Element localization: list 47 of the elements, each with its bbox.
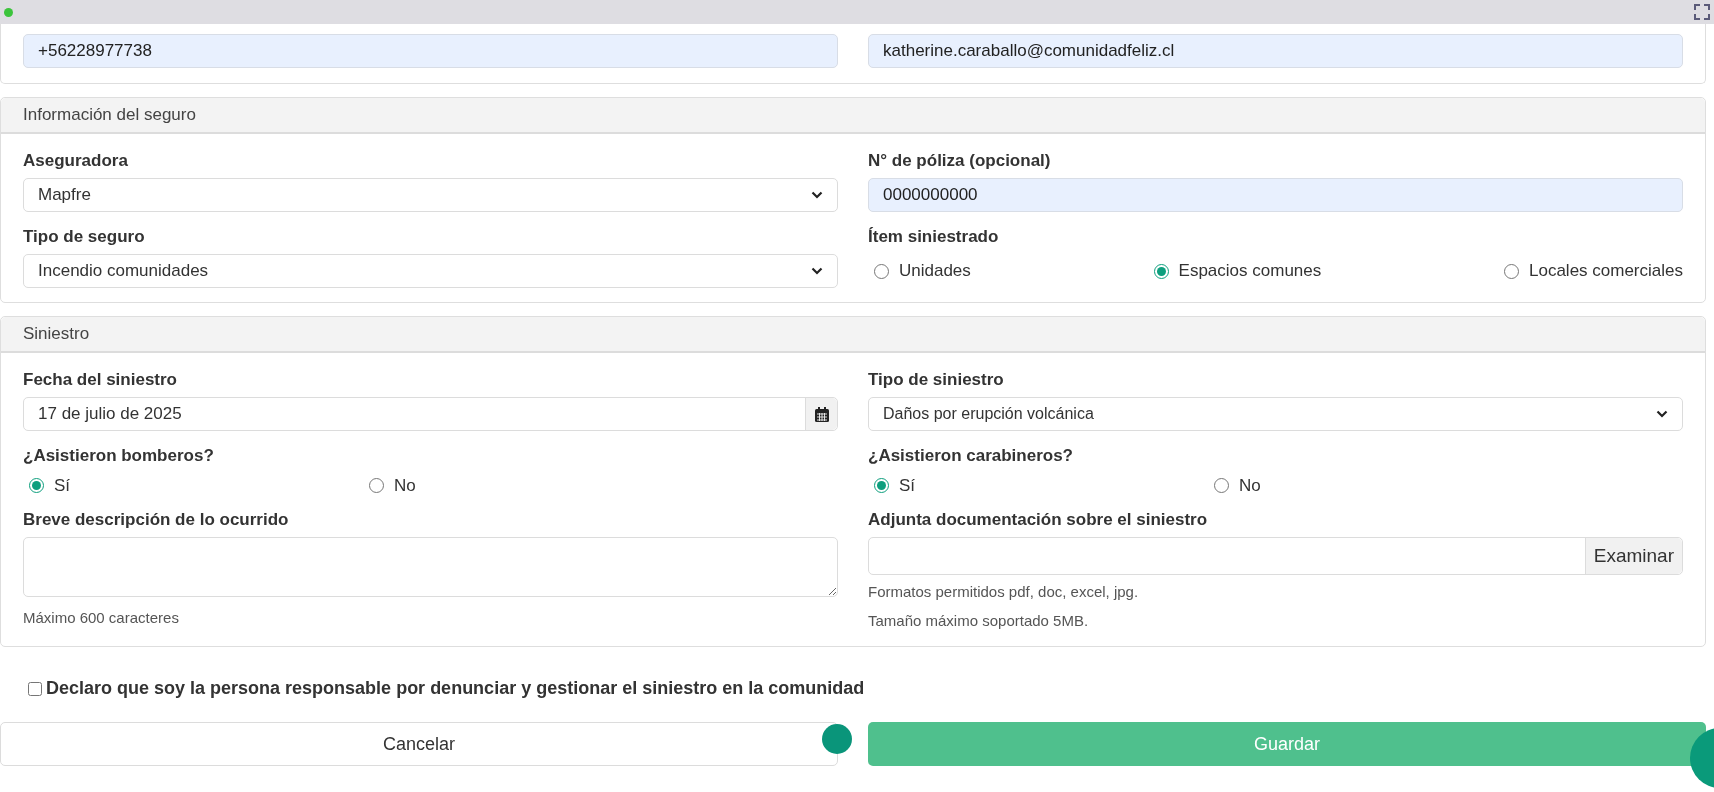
- file-field[interactable]: Examinar: [868, 537, 1683, 575]
- description-field[interactable]: [23, 537, 838, 597]
- select-field[interactable]: Mapfre: [23, 178, 838, 212]
- date-field[interactable]: 17 de julio de 2025: [23, 397, 838, 431]
- radio-option[interactable]: Unidades: [874, 258, 971, 284]
- field-label: Fecha del siniestro: [23, 369, 178, 391]
- field-label: Tipo de seguro: [23, 226, 146, 248]
- hint-text: Máximo 600 caracteres: [23, 608, 180, 628]
- field-label: Ítem siniestrado: [868, 226, 1000, 248]
- email-field[interactable]: katherine.caraballo@comunidadfeliz.cl: [868, 34, 1683, 68]
- radio-option[interactable]: Sí: [874, 473, 1214, 499]
- policy-field[interactable]: 0000000000: [868, 178, 1683, 212]
- radio-option[interactable]: Espacios comunes: [1153, 258, 1322, 284]
- field-label: Adjunta documentación sobre el siniestro: [868, 509, 1209, 531]
- browse-button[interactable]: Examinar: [1584, 538, 1682, 574]
- section-header: Información del seguro: [1, 98, 1705, 134]
- hint-text: Formatos permitidos pdf, doc, excel, jpg.: [868, 582, 1140, 602]
- calendar-icon: [813, 405, 830, 423]
- radio-button[interactable]: [874, 263, 889, 279]
- section-header: Siniestro: [1, 317, 1705, 353]
- radio-button[interactable]: [29, 478, 44, 494]
- radio-button[interactable]: [1504, 263, 1519, 279]
- field-label: Tipo de siniestro: [868, 369, 1005, 391]
- radio-button[interactable]: [1153, 263, 1169, 279]
- declaration-checkbox[interactable]: [28, 681, 42, 696]
- radio-option[interactable]: Sí: [29, 473, 369, 499]
- cancel-button[interactable]: Cancelar: [0, 722, 838, 766]
- radio-button[interactable]: [874, 478, 889, 494]
- declaration-label: Declaro que soy la persona responsable por denunciar y gestionar el siniestro en la comunidad: [46, 677, 865, 700]
- field-label: ¿Asistieron carabineros?: [868, 445, 1074, 467]
- radio-button[interactable]: [369, 478, 384, 494]
- field-label: Aseguradora: [23, 150, 129, 172]
- radio-option[interactable]: No: [369, 473, 838, 499]
- radio-button[interactable]: [1214, 478, 1229, 494]
- select-field[interactable]: Daños por erupción volcánica: [868, 397, 1683, 431]
- hint-text: Tamaño máximo soportado 5MB.: [868, 610, 1090, 631]
- field-label: N° de póliza (opcional): [868, 150, 1052, 172]
- field-label: ¿Asistieron bomberos?: [23, 445, 215, 467]
- radio-option[interactable]: Locales comerciales: [1504, 258, 1683, 284]
- field-label: Breve descripción de lo ocurrido: [23, 509, 290, 531]
- select-field[interactable]: Incendio comunidades: [23, 254, 838, 288]
- radio-option[interactable]: No: [1214, 473, 1683, 499]
- chevron-down-icon: [1656, 410, 1668, 418]
- phone-field[interactable]: +56228977738: [23, 34, 838, 68]
- fullscreen-icon[interactable]: [1694, 4, 1710, 20]
- chevron-down-icon: [811, 191, 823, 199]
- chevron-down-icon: [811, 267, 823, 275]
